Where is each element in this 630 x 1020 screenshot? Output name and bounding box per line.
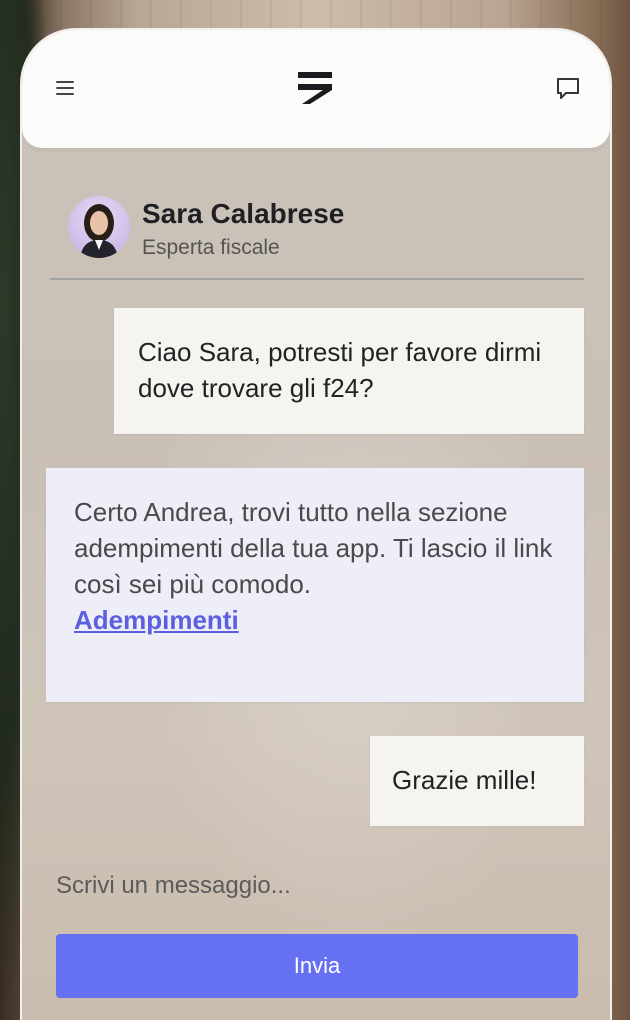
chat-bubble-icon[interactable] <box>554 74 582 102</box>
adempimenti-link[interactable]: Adempimenti <box>74 602 239 638</box>
chat-screen: Sara Calabrese Esperta fiscale Ciao Sara… <box>20 28 612 1020</box>
message-user-2: Grazie mille! <box>370 736 584 826</box>
agent-header: Sara Calabrese Esperta fiscale <box>68 196 588 280</box>
agent-name: Sara Calabrese <box>142 198 345 229</box>
message-user-1: Ciao Sara, potresti per favore dirmi dov… <box>114 308 584 434</box>
menu-icon[interactable] <box>54 78 78 98</box>
message-text: Grazie mille! <box>392 765 537 795</box>
message-agent-1: Certo Andrea, trovi tutto nella sezione … <box>46 468 584 702</box>
brand-logo-icon <box>298 72 332 104</box>
top-bar <box>22 30 610 148</box>
message-input[interactable] <box>56 866 576 906</box>
avatar <box>68 196 130 258</box>
send-button[interactable]: Invia <box>56 934 578 998</box>
message-text: Certo Andrea, trovi tutto nella sezione … <box>74 497 553 599</box>
avatar-portrait <box>80 204 118 258</box>
agent-role: Esperta fiscale <box>142 236 280 259</box>
divider <box>50 278 584 280</box>
message-text: Ciao Sara, potresti per favore dirmi dov… <box>138 337 542 403</box>
